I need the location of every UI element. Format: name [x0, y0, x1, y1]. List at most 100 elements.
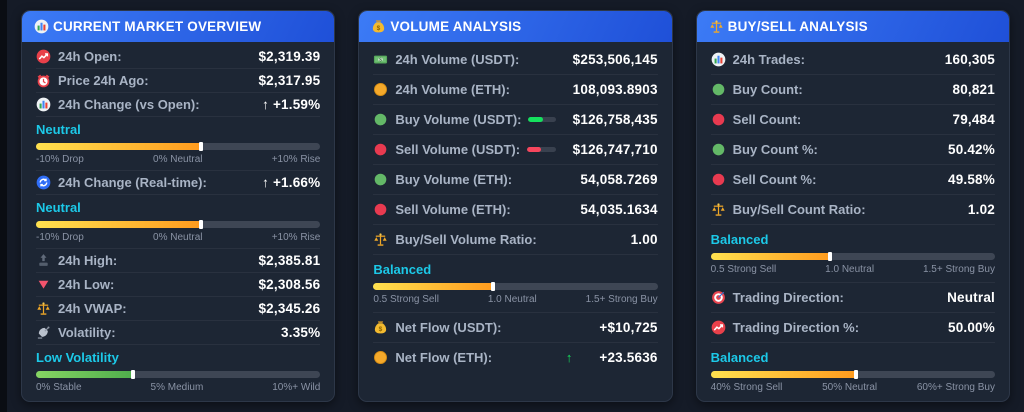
stat-label: Trading Direction %:: [732, 319, 860, 335]
gauge-tick: 0% Neutral: [153, 154, 203, 165]
gauge-tick: 1.0 Neutral: [825, 264, 875, 275]
svg-text:$: $: [379, 57, 382, 63]
gauge-ticks: -10% Drop 0% Neutral +10% Rise: [36, 150, 320, 165]
gauge-tick: -10% Drop: [36, 154, 84, 165]
dot-red-icon: [711, 172, 726, 187]
gauge-volatility: Low Volatility 0% Stable 5% Medium 10%+ Wil…: [36, 345, 321, 398]
gauge-status-label: Balanced: [710, 232, 769, 247]
stat-value: 3.35%: [281, 324, 321, 340]
stat-value: +23.5636: [599, 349, 658, 365]
stat-row: 24h High: $2,385.81: [36, 249, 321, 273]
mini-volume-bar-fill: [527, 147, 542, 152]
panels-container: CURRENT MARKET OVERVIEW 24h Open: $2,319.3…: [7, 0, 1024, 412]
stat-row: Volatility: 3.35%: [36, 321, 321, 345]
gauge-status-label: Neutral: [36, 122, 81, 137]
gauge-change-vs-open: Neutral -10% Drop 0% Neutral +10% Rise: [36, 117, 321, 171]
stat-value: $126,758,435: [572, 111, 658, 127]
top-icon: [36, 253, 51, 268]
stat-label: Price 24h Ago:: [58, 72, 149, 88]
stat-row: Trading Direction %: 50.00%: [710, 313, 995, 343]
stat-value: 108,093.8903: [572, 81, 658, 97]
stat-row: Sell Count %: 49.58%: [710, 165, 995, 195]
dot-red-icon: [373, 142, 388, 157]
stat-row: 24h Volume (ETH): 108,093.8903: [373, 75, 658, 105]
stat-label: 24h Low:: [58, 276, 115, 292]
stat-value: $2,385.81: [258, 252, 321, 268]
stat-value: $253,506,145: [572, 51, 658, 67]
stat-label: Sell Volume (ETH):: [395, 201, 511, 217]
stat-row: Price 24h Ago: $2,317.95: [36, 69, 321, 93]
dot-green-icon: [711, 142, 726, 157]
refresh-blue-icon: [36, 175, 51, 190]
gauge-tick: 50% Neutral: [822, 382, 878, 393]
gauge-tick: -10% Drop: [36, 232, 84, 243]
target-icon: [711, 290, 726, 305]
gauge-ticks: 0.5 Strong Sell 1.0 Neutral 1.5+ Strong Bu…: [373, 290, 657, 305]
gauge-status-label: Balanced: [373, 262, 432, 277]
stat-label: Sell Count %:: [732, 171, 817, 187]
stat-value: 80,821: [952, 81, 995, 97]
gauge-marker: [198, 220, 203, 229]
satellite-icon: [36, 325, 51, 340]
scale-gold-icon: [373, 232, 388, 247]
svg-text:$: $: [377, 25, 381, 32]
gauge-track: [710, 252, 995, 261]
panel-body: 24h Trades: 160,305 Buy Count: 80,821 Sell C…: [697, 42, 1009, 401]
stat-value: 1.02: [967, 201, 995, 217]
stat-row: Buy Volume (USDT): $126,758,435: [373, 105, 658, 135]
stat-row: Buy Count: 80,821: [710, 75, 995, 105]
panel-body: $24h Volume (USDT): $253,506,145 24h Volum…: [359, 42, 671, 380]
stat-value: 50.42%: [947, 141, 995, 157]
mini-volume-bar-fill: [528, 117, 543, 122]
gauge-fill: [710, 252, 833, 261]
money-bag-icon: $: [373, 320, 388, 335]
gauge-fill: [373, 282, 495, 291]
stat-label: Buy/Sell Count Ratio:: [732, 201, 866, 217]
stat-row: $24h Volume (USDT): $253,506,145: [373, 45, 658, 75]
stat-row: 24h Change (Real-time): ↑ +1.66%: [36, 171, 321, 195]
gauge-tick: 0.5 Strong Sell: [373, 294, 439, 305]
gauge-marker: [490, 282, 495, 291]
stat-label: 24h Open:: [58, 48, 122, 64]
mini-volume-bar: [528, 117, 556, 122]
bar-chart-icon: [34, 19, 49, 34]
stat-label: Buy/Sell Volume Ratio:: [395, 231, 537, 247]
stat-row: 24h Low: $2,308.56: [36, 273, 321, 297]
coin-orange-icon: [373, 350, 388, 365]
stat-label: Trading Direction:: [732, 289, 844, 305]
stat-label: 24h Trades:: [732, 51, 805, 67]
stat-label: 24h Change (vs Open):: [58, 96, 200, 112]
stat-value: $2,317.95: [258, 72, 321, 88]
scale-gold-icon: [711, 202, 726, 217]
stat-value: 50.00%: [947, 319, 995, 335]
panel-current-market-overview: CURRENT MARKET OVERVIEW 24h Open: $2,319.3…: [21, 10, 336, 402]
stat-label: Volatility:: [58, 324, 116, 340]
bar-chart-icon: [711, 52, 726, 67]
panel-header: $ VOLUME ANALYSIS: [359, 11, 672, 42]
stat-value: 54,058.7269: [580, 171, 658, 187]
stat-row: Buy/Sell Volume Ratio: 1.00: [373, 225, 658, 255]
stat-value: Neutral: [947, 289, 995, 305]
stat-row: Buy Count %: 50.42%: [710, 135, 995, 165]
stat-value: 1.00: [630, 231, 658, 247]
gauge-fill: [36, 220, 203, 229]
gauge-tick: 60%+ Strong Buy: [916, 382, 995, 393]
stat-row: Sell Count: 79,484: [710, 105, 995, 135]
gauge-change-realtime: Neutral -10% Drop 0% Neutral +10% Rise: [36, 195, 321, 249]
dot-green-icon: [373, 112, 388, 127]
stat-row: $ Net Flow (USDT): +$10,725: [373, 313, 658, 343]
stat-label: Buy Count:: [732, 81, 803, 97]
stat-row: 24h VWAP: $2,345.26: [36, 297, 321, 321]
gauge-tick: 1.5+ Strong Buy: [585, 294, 658, 305]
gauge-track: [36, 142, 321, 151]
gauge-tick: 5% Medium: [150, 382, 204, 393]
gauge-track: [373, 282, 658, 291]
gauge-tick: 1.0 Neutral: [487, 294, 537, 305]
gauge-volume-ratio: Balanced 0.5 Strong Sell 1.0 Neutral 1.5+ S…: [373, 255, 658, 313]
gauge-tick: +10% Rise: [271, 232, 321, 243]
alarm-clock-icon: [36, 73, 51, 88]
stat-label: Buy Count %:: [732, 141, 818, 157]
dot-green-icon: [373, 172, 388, 187]
stat-row: Sell Volume (USDT): $126,747,710: [373, 135, 658, 165]
stat-row: Net Flow (ETH): ↑ +23.5636: [373, 343, 657, 372]
